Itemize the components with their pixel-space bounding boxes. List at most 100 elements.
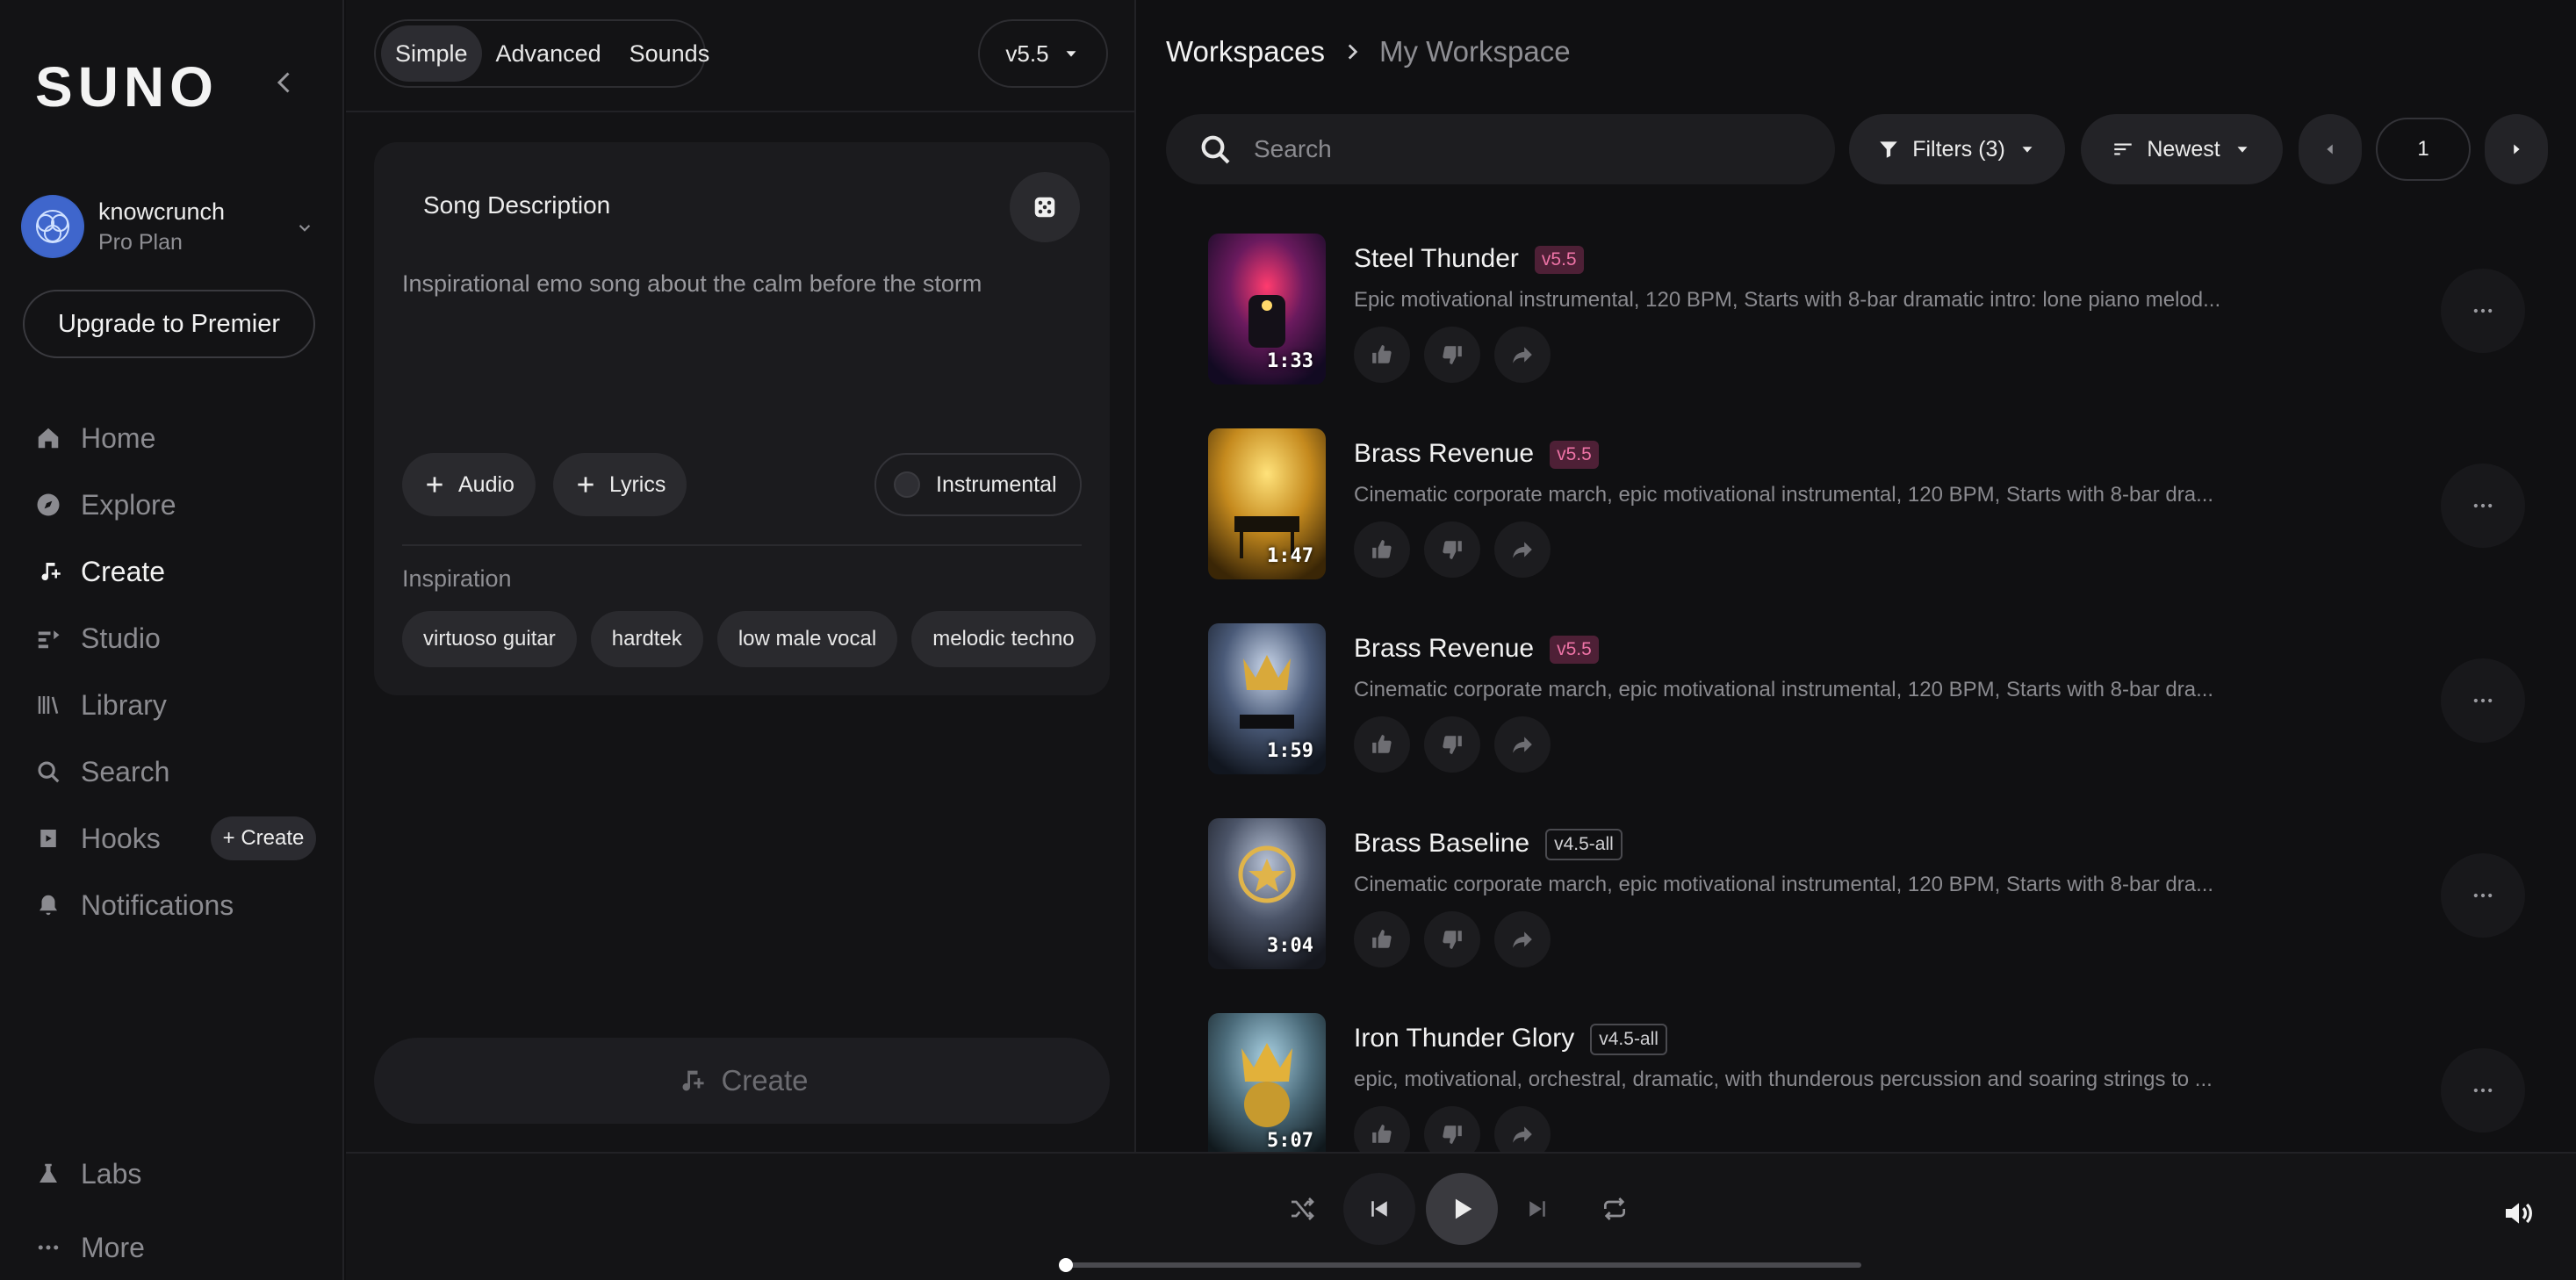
sidebar-item-library[interactable]: Library <box>35 679 325 731</box>
hooks-create-button[interactable]: + Create <box>211 816 316 860</box>
more-dots-icon <box>2473 308 2493 313</box>
sidebar-item-more[interactable]: More <box>35 1221 325 1274</box>
model-version-label: v5.5 <box>1005 40 1049 67</box>
share-button[interactable] <box>1494 1106 1551 1152</box>
more-dots-icon <box>2473 503 2493 508</box>
tab-sounds[interactable]: Sounds <box>615 25 724 82</box>
like-button[interactable] <box>1354 521 1410 578</box>
sidebar-item-labs[interactable]: Labs <box>35 1147 325 1200</box>
shuffle-button[interactable] <box>1280 1169 1324 1248</box>
sidebar-item-studio[interactable]: Studio <box>35 612 325 665</box>
filter-icon <box>1880 141 1897 158</box>
prev-page-button[interactable] <box>2299 114 2362 184</box>
model-version-select[interactable]: v5.5 <box>978 19 1108 88</box>
instrumental-toggle[interactable]: Instrumental <box>874 453 1082 516</box>
share-button[interactable] <box>1494 716 1551 773</box>
upgrade-button[interactable]: Upgrade to Premier <box>23 290 315 358</box>
next-page-button[interactable] <box>2485 114 2548 184</box>
song-row[interactable]: 1:33 Steel Thunder v5.5 Epic motivational… <box>1208 234 2551 392</box>
tab-simple[interactable]: Simple <box>381 25 482 82</box>
flask-icon <box>40 1163 57 1183</box>
suno-logo[interactable]: SUNO <box>35 54 219 119</box>
breadcrumb-workspaces[interactable]: Workspaces <box>1166 35 1325 68</box>
song-title[interactable]: Iron Thunder Glory v4.5-all <box>1354 1024 1667 1056</box>
dislike-button[interactable] <box>1424 716 1480 773</box>
cover-art[interactable]: 3:04 <box>1208 818 1326 969</box>
song-search <box>1166 114 1835 184</box>
song-row[interactable]: 1:59 Brass Revenue v5.5 Cinematic corpora… <box>1208 623 2551 781</box>
song-title[interactable]: Brass Baseline v4.5-all <box>1354 829 1623 861</box>
inspiration-chip[interactable]: melodic techno <box>911 611 1096 667</box>
version-badge: v5.5 <box>1550 636 1599 665</box>
previous-button[interactable] <box>1343 1173 1415 1245</box>
song-duration: 1:47 <box>1267 545 1313 567</box>
cover-art[interactable]: 1:47 <box>1208 428 1326 579</box>
repeat-button[interactable] <box>1593 1169 1637 1248</box>
thumbs-down-icon <box>1443 736 1462 754</box>
like-button[interactable] <box>1354 716 1410 773</box>
sidebar-item-home[interactable]: Home <box>35 412 325 464</box>
shuffle-icon <box>1292 1197 1314 1220</box>
volume-icon <box>2506 1202 2532 1224</box>
sidebar-item-explore[interactable]: Explore <box>35 478 325 531</box>
song-title[interactable]: Steel Thunder v5.5 <box>1354 244 1584 275</box>
profile-menu[interactable]: knowcrunch Pro Plan <box>21 195 316 262</box>
progress-bar[interactable] <box>1059 1258 1861 1272</box>
sidebar-item-search[interactable]: Search <box>35 745 325 798</box>
dislike-button[interactable] <box>1424 327 1480 383</box>
share-button[interactable] <box>1494 911 1551 967</box>
thumbs-up-icon <box>1372 735 1392 753</box>
song-row[interactable]: 5:07 Iron Thunder Glory v4.5-all epic, mo… <box>1208 1013 2551 1152</box>
mode-tabs: Simple Advanced Sounds <box>374 19 709 88</box>
like-button[interactable] <box>1354 1106 1410 1152</box>
skip-forward-icon <box>1529 1201 1545 1217</box>
share-button[interactable] <box>1494 327 1551 383</box>
filters-button[interactable]: Filters (3) <box>1849 114 2065 184</box>
inspiration-chip[interactable]: hardtek <box>590 611 703 667</box>
sidebar-item-label: Library <box>81 688 167 721</box>
song-title[interactable]: Brass Revenue v5.5 <box>1354 634 1599 665</box>
song-row[interactable]: 3:04 Brass Baseline v4.5-all Cinematic co… <box>1208 818 2551 976</box>
tab-advanced[interactable]: Advanced <box>482 25 615 82</box>
dislike-button[interactable] <box>1424 521 1480 578</box>
page-number[interactable]: 1 <box>2376 118 2471 181</box>
cover-art[interactable]: 1:59 <box>1208 623 1326 774</box>
song-more-button[interactable] <box>2441 464 2525 548</box>
like-button[interactable] <box>1354 911 1410 967</box>
repeat-icon <box>1604 1197 1625 1220</box>
collapse-sidebar-icon[interactable] <box>269 67 300 98</box>
next-button[interactable] <box>1515 1169 1559 1248</box>
play-button[interactable] <box>1426 1173 1498 1245</box>
volume-button[interactable] <box>2497 1192 2541 1236</box>
share-button[interactable] <box>1494 521 1551 578</box>
song-duration: 1:33 <box>1267 350 1313 372</box>
song-more-button[interactable] <box>2441 658 2525 743</box>
song-title[interactable]: Brass Revenue v5.5 <box>1354 439 1599 470</box>
song-title-text: Iron Thunder Glory <box>1354 1024 1575 1053</box>
home-icon <box>38 428 59 449</box>
song-description: Cinematic corporate march, epic motivati… <box>1354 678 2214 701</box>
search-input[interactable] <box>1254 135 1798 163</box>
create-song-button[interactable]: Create <box>374 1038 1110 1124</box>
dislike-button[interactable] <box>1424 1106 1480 1152</box>
caret-down-icon <box>1066 51 1076 57</box>
cover-art[interactable]: 1:33 <box>1208 234 1326 385</box>
inspiration-chip[interactable]: virtuoso guitar <box>402 611 577 667</box>
sort-button[interactable]: Newest <box>2081 114 2283 184</box>
add-lyrics-button[interactable]: Lyrics <box>553 453 687 516</box>
dislike-button[interactable] <box>1424 911 1480 967</box>
inspiration-chip[interactable]: low male vocal <box>716 611 898 667</box>
random-prompt-button[interactable] <box>1010 172 1080 242</box>
song-more-button[interactable] <box>2441 1048 2525 1133</box>
song-row[interactable]: 1:47 Brass Revenue v5.5 Cinematic corpora… <box>1208 428 2551 586</box>
song-description-input[interactable]: Inspirational emo song about the calm be… <box>402 270 1069 411</box>
share-icon <box>1513 347 1532 363</box>
like-button[interactable] <box>1354 327 1410 383</box>
song-more-button[interactable] <box>2441 853 2525 938</box>
add-audio-button[interactable]: Audio <box>402 453 536 516</box>
song-more-button[interactable] <box>2441 269 2525 353</box>
cover-art[interactable]: 5:07 <box>1208 1013 1326 1152</box>
sidebar-item-notifications[interactable]: Notifications <box>35 879 325 931</box>
sidebar-item-create[interactable]: Create <box>35 545 325 598</box>
progress-knob[interactable] <box>1059 1258 1073 1272</box>
